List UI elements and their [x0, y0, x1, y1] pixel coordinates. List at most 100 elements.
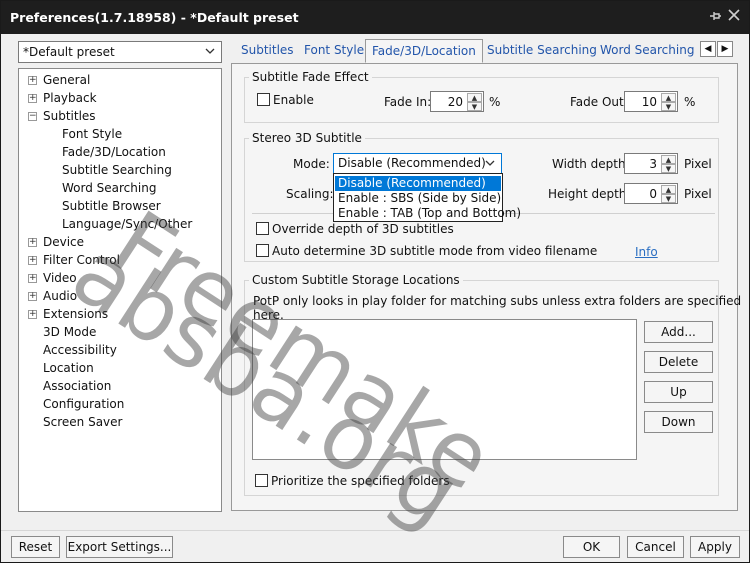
- chevron-down-icon: [485, 156, 495, 173]
- tree-item[interactable]: Accessibility: [43, 341, 117, 359]
- tree-item[interactable]: 3D Mode: [43, 323, 96, 341]
- expand-icon[interactable]: +: [28, 292, 37, 301]
- tree-item[interactable]: + Filter Control: [28, 251, 120, 269]
- tree-item[interactable]: + Playback: [28, 89, 97, 107]
- fade-out-spinner[interactable]: 10 ▲ ▼: [624, 91, 678, 112]
- width-depth-unit: Pixel: [684, 157, 712, 171]
- scaling-label: Scaling:: [286, 187, 334, 201]
- tree-item[interactable]: Subtitle Searching: [62, 161, 172, 179]
- expand-icon[interactable]: +: [28, 238, 37, 247]
- tab-bar: Subtitles Font Style Fade/3D/Location Su…: [233, 39, 738, 64]
- spin-up-icon[interactable]: ▲: [661, 185, 676, 194]
- settings-tree[interactable]: + General + Playback − Subtitles Font Style Fad…: [18, 68, 222, 512]
- tab-fade-3d-location[interactable]: Fade/3D/Location: [365, 39, 483, 63]
- fade-in-unit: %: [489, 95, 501, 109]
- height-depth-unit: Pixel: [684, 187, 712, 201]
- auto-determine-label: Auto determine 3D subtitle mode from vid…: [272, 244, 598, 258]
- tab-font-style[interactable]: Font Style: [304, 39, 364, 63]
- tree-item-label: Language/Sync/Other: [62, 217, 193, 231]
- tree-item[interactable]: Association: [43, 377, 111, 395]
- tab-subtitle-searching[interactable]: Subtitle Searching: [487, 39, 597, 63]
- tree-item[interactable]: + General: [28, 71, 90, 89]
- tree-item[interactable]: Subtitle Browser: [62, 197, 161, 215]
- mode-option-tab[interactable]: Enable : TAB (Top and Bottom): [335, 206, 521, 221]
- tab-scroll-left-icon[interactable]: ◀: [700, 41, 716, 57]
- tree-item[interactable]: Word Searching: [62, 179, 156, 197]
- storage-folder-list[interactable]: [252, 319, 637, 460]
- preferences-window: Preferences(1.7.18958) - *Default preset…: [0, 0, 750, 563]
- preset-combo[interactable]: *Default preset: [18, 41, 222, 63]
- move-down-button[interactable]: Down: [644, 411, 713, 433]
- tree-item-label: Subtitle Browser: [62, 199, 161, 213]
- tree-item[interactable]: + Audio: [28, 287, 77, 305]
- close-icon[interactable]: [728, 9, 740, 25]
- tree-item[interactable]: Screen Saver: [43, 413, 122, 431]
- tree-item[interactable]: Language/Sync/Other: [62, 215, 192, 233]
- delete-folder-button[interactable]: Delete: [644, 351, 713, 373]
- cancel-button[interactable]: Cancel: [627, 536, 684, 558]
- move-up-button[interactable]: Up: [644, 381, 713, 403]
- expand-icon[interactable]: +: [28, 310, 37, 319]
- override-depth-label: Override depth of 3D subtitles: [272, 222, 454, 236]
- tree-item[interactable]: Location: [43, 359, 94, 377]
- expand-icon[interactable]: +: [28, 256, 37, 265]
- tab-subtitles[interactable]: Subtitles: [241, 39, 294, 63]
- tree-item-label: Filter Control: [43, 253, 120, 267]
- mode-option-sbs[interactable]: Enable : SBS (Side by Side): [335, 191, 501, 206]
- tab-label: Font Style: [304, 43, 365, 57]
- mode-option-disable[interactable]: Disable (Recommended): [335, 176, 501, 191]
- expand-icon[interactable]: +: [28, 94, 37, 103]
- fade-in-spinner[interactable]: 20 ▲ ▼: [430, 91, 484, 112]
- expand-icon[interactable]: +: [28, 76, 37, 85]
- collapse-icon[interactable]: −: [28, 112, 37, 121]
- width-depth-label: Width depth:: [552, 157, 630, 171]
- mode-value: Disable (Recommended): [338, 156, 486, 170]
- fade-enable-label: Enable: [273, 93, 314, 107]
- preset-value: *Default preset: [23, 45, 115, 59]
- fade-enable-checkbox[interactable]: [257, 93, 270, 106]
- storage-description: PotP only looks in play folder for match…: [253, 294, 742, 322]
- spin-up-icon[interactable]: ▲: [661, 93, 676, 102]
- spin-up-icon[interactable]: ▲: [467, 93, 482, 102]
- tree-item-label: Location: [43, 361, 94, 375]
- spin-down-icon[interactable]: ▼: [661, 164, 676, 173]
- info-link[interactable]: Info: [635, 245, 658, 259]
- prioritize-folders-label: Prioritize the specified folders: [271, 474, 450, 488]
- width-depth-value: 3: [649, 157, 657, 171]
- export-settings-button[interactable]: Export Settings...: [66, 536, 173, 558]
- pin-icon[interactable]: [708, 9, 722, 27]
- tree-item[interactable]: − Subtitles: [28, 107, 96, 125]
- tree-item-label: Subtitles: [43, 109, 96, 123]
- spin-up-icon[interactable]: ▲: [661, 155, 676, 164]
- spin-down-icon[interactable]: ▼: [661, 102, 676, 111]
- tree-item-label: 3D Mode: [43, 325, 97, 339]
- tab-word-searching[interactable]: Word Searching: [600, 39, 694, 63]
- mode-combo[interactable]: Disable (Recommended): [333, 153, 502, 174]
- tree-item-label: Font Style: [62, 127, 123, 141]
- spin-down-icon[interactable]: ▼: [467, 102, 482, 111]
- tree-item[interactable]: Configuration: [43, 395, 124, 413]
- footer-divider: [1, 530, 749, 531]
- override-depth-checkbox[interactable]: [256, 222, 269, 235]
- width-depth-spinner[interactable]: 3 ▲ ▼: [624, 153, 678, 174]
- tree-item[interactable]: + Device: [28, 233, 84, 251]
- expand-icon[interactable]: +: [28, 274, 37, 283]
- height-depth-spinner[interactable]: 0 ▲ ▼: [624, 183, 678, 204]
- tree-item[interactable]: + Video: [28, 269, 77, 287]
- prioritize-folders-checkbox[interactable]: [255, 474, 268, 487]
- tab-scroll-right-icon[interactable]: ▶: [717, 41, 733, 57]
- tree-item[interactable]: Fade/3D/Location: [62, 143, 166, 161]
- window-title: Preferences(1.7.18958) - *Default preset: [10, 10, 299, 25]
- tree-item[interactable]: + Extensions: [28, 305, 108, 323]
- mode-dropdown-list[interactable]: Disable (Recommended) Enable : SBS (Side…: [333, 173, 521, 222]
- ok-button[interactable]: OK: [563, 536, 620, 558]
- fade-in-label: Fade In:: [384, 95, 432, 109]
- tree-item[interactable]: Font Style: [62, 125, 122, 143]
- reset-button[interactable]: Reset: [11, 536, 60, 558]
- add-folder-button[interactable]: Add...: [644, 321, 713, 343]
- apply-button[interactable]: Apply: [690, 536, 740, 558]
- spin-down-icon[interactable]: ▼: [661, 194, 676, 203]
- auto-determine-checkbox[interactable]: [256, 244, 269, 257]
- title-bar[interactable]: Preferences(1.7.18958) - *Default preset: [1, 1, 749, 34]
- tab-scroll-right-glyph: ▶: [721, 44, 729, 54]
